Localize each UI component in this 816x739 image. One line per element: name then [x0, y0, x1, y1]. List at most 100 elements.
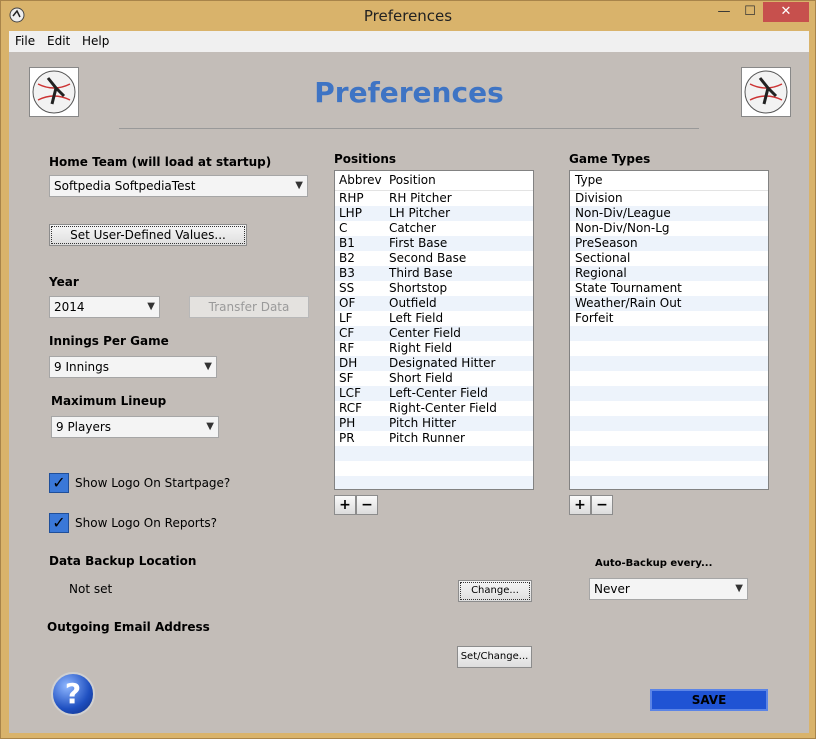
position-abbrev: LHP	[339, 206, 362, 220]
position-name: Outfield	[389, 296, 437, 310]
empty-row	[570, 416, 768, 431]
list-item[interactable]: Division	[570, 191, 768, 206]
empty-row	[570, 446, 768, 461]
show-logo-reports-checkbox[interactable]: ✓	[49, 513, 69, 533]
transfer-data-button[interactable]: Transfer Data	[189, 296, 309, 318]
save-button[interactable]: SAVE	[650, 689, 768, 711]
position-abbrev: SS	[339, 281, 355, 295]
add-position-button[interactable]: +	[334, 495, 356, 515]
list-item[interactable]: Forfeit	[570, 311, 768, 326]
set-user-defined-values-button[interactable]: Set User-Defined Values...	[49, 224, 247, 246]
positions-title: Positions	[334, 152, 397, 166]
position-name: Catcher	[389, 221, 436, 235]
lineup-select[interactable]: 9 Players ▼	[51, 416, 219, 438]
position-name: Shortstop	[389, 281, 448, 295]
list-item[interactable]: CF Center Field	[335, 326, 533, 341]
year-label: Year	[49, 275, 79, 289]
list-item[interactable]: SF Short Field	[335, 371, 533, 386]
backup-location-value: Not set	[69, 582, 113, 596]
preferences-content: Preferences Home Team (will load at star…	[9, 52, 809, 733]
remove-game-type-button[interactable]: −	[591, 495, 613, 515]
list-item[interactable]: RCF Right-Center Field	[335, 401, 533, 416]
position-column-header[interactable]: Position	[389, 171, 436, 190]
position-abbrev: PR	[339, 431, 355, 445]
chevron-down-icon: ▼	[204, 361, 212, 372]
list-item[interactable]: Regional	[570, 266, 768, 281]
maximize-button[interactable]: ☐	[737, 2, 763, 22]
year-select[interactable]: 2014 ▼	[49, 296, 160, 318]
position-name: Third Base	[389, 266, 453, 280]
list-item[interactable]: LHP LH Pitcher	[335, 206, 533, 221]
checkmark-icon: ✓	[52, 473, 66, 492]
remove-position-button[interactable]: −	[356, 495, 378, 515]
position-abbrev: RHP	[339, 191, 364, 205]
abbrev-column-header[interactable]: Abbrev	[335, 171, 389, 190]
chevron-down-icon: ▼	[735, 583, 743, 594]
list-item[interactable]: PR Pitch Runner	[335, 431, 533, 446]
list-item[interactable]: Sectional	[570, 251, 768, 266]
empty-row	[570, 386, 768, 401]
position-name: RH Pitcher	[389, 191, 452, 205]
list-item[interactable]: Weather/Rain Out	[570, 296, 768, 311]
show-logo-reports-label: Show Logo On Reports?	[75, 516, 218, 530]
home-team-select[interactable]: Softpedia SoftpediaTest ▼	[49, 175, 308, 197]
empty-row	[335, 446, 533, 461]
empty-row	[570, 401, 768, 416]
list-item[interactable]: OF Outfield	[335, 296, 533, 311]
list-item[interactable]: PH Pitch Hitter	[335, 416, 533, 431]
close-button[interactable]: ✕	[763, 2, 809, 22]
list-item[interactable]: Non-Div/League	[570, 206, 768, 221]
game-types-rows: Division Non-Div/League Non-Div/Non-Lg PreS…	[570, 191, 768, 489]
list-item[interactable]: LCF Left-Center Field	[335, 386, 533, 401]
add-game-type-button[interactable]: +	[569, 495, 591, 515]
list-item[interactable]: RHP RH Pitcher	[335, 191, 533, 206]
list-item[interactable]: B1 First Base	[335, 236, 533, 251]
title-bar: Preferences — ☐ ✕	[1, 1, 815, 31]
home-team-value: Softpedia SoftpediaTest	[54, 179, 196, 193]
auto-backup-select[interactable]: Never ▼	[589, 578, 748, 600]
list-item[interactable]: State Tournament	[570, 281, 768, 296]
position-abbrev: LCF	[339, 386, 361, 400]
help-icon[interactable]: ?	[51, 672, 95, 716]
show-logo-startpage-checkbox[interactable]: ✓	[49, 473, 69, 493]
list-item[interactable]: Non-Div/Non-Lg	[570, 221, 768, 236]
menu-file[interactable]: File	[15, 34, 35, 48]
minimize-button[interactable]: —	[711, 2, 737, 22]
positions-list[interactable]: Abbrev Position RHP RH Pitcher LHP LH Pitche…	[334, 170, 534, 490]
menu-edit[interactable]: Edit	[47, 34, 70, 48]
header-divider	[119, 128, 699, 129]
empty-row	[335, 476, 533, 489]
empty-row	[570, 341, 768, 356]
game-types-list[interactable]: Type Division Non-Div/League Non-Div/Non-L…	[569, 170, 769, 490]
position-abbrev: RF	[339, 341, 355, 355]
show-logo-startpage-label: Show Logo On Startpage?	[75, 476, 231, 490]
chevron-down-icon: ▼	[206, 421, 214, 432]
email-label: Outgoing Email Address	[47, 620, 210, 634]
position-name: Pitch Hitter	[389, 416, 457, 430]
position-name: Pitch Runner	[389, 431, 465, 445]
position-name: Center Field	[389, 326, 461, 340]
list-item[interactable]: PreSeason	[570, 236, 768, 251]
position-name: Right-Center Field	[389, 401, 497, 415]
list-item[interactable]: B2 Second Base	[335, 251, 533, 266]
page-title: Preferences	[314, 76, 504, 109]
position-abbrev: LF	[339, 311, 353, 325]
list-item[interactable]: B3 Third Base	[335, 266, 533, 281]
empty-row	[570, 326, 768, 341]
positions-header: Abbrev Position	[335, 171, 533, 191]
chevron-down-icon: ▼	[295, 180, 303, 191]
position-abbrev: SF	[339, 371, 354, 385]
list-item[interactable]: LF Left Field	[335, 311, 533, 326]
list-item[interactable]: RF Right Field	[335, 341, 533, 356]
empty-row	[570, 461, 768, 476]
type-column-header[interactable]: Type	[570, 171, 603, 190]
set-change-email-button[interactable]: Set/Change...	[457, 646, 532, 668]
list-item[interactable]: C Catcher	[335, 221, 533, 236]
preferences-window: Preferences — ☐ ✕ File Edit Help Prefere…	[0, 0, 816, 739]
position-abbrev: CF	[339, 326, 355, 340]
change-backup-button[interactable]: Change...	[458, 580, 532, 602]
innings-select[interactable]: 9 Innings ▼	[49, 356, 217, 378]
menu-help[interactable]: Help	[82, 34, 109, 48]
list-item[interactable]: DH Designated Hitter	[335, 356, 533, 371]
list-item[interactable]: SS Shortstop	[335, 281, 533, 296]
